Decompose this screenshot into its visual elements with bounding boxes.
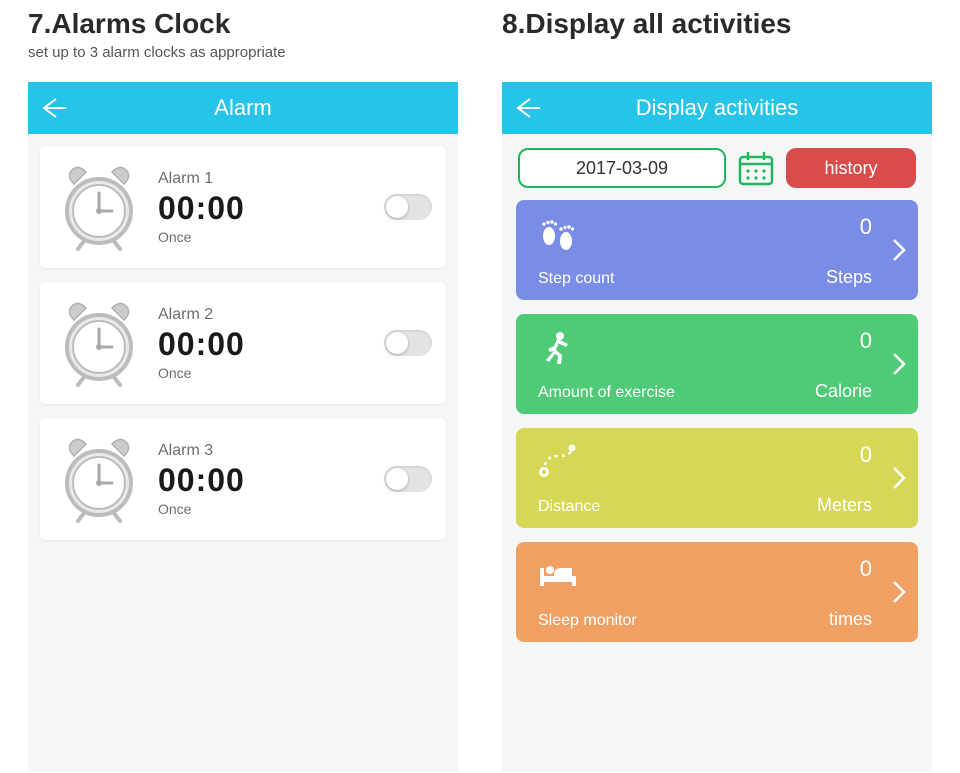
alarm-toggle[interactable]: [384, 194, 432, 220]
tile-name: Step count: [538, 270, 826, 288]
chevron-right-icon: [890, 238, 908, 262]
alarm-row[interactable]: Alarm 3 00:00 Once: [40, 418, 446, 540]
alarm-repeat: Once: [158, 229, 384, 245]
arrow-left-icon: [39, 94, 69, 122]
activity-tile[interactable]: Step count 0 Steps: [516, 200, 918, 300]
alarm-name: Alarm 3: [158, 442, 384, 460]
tile-unit: Calorie: [815, 381, 872, 402]
alarm-repeat: Once: [158, 365, 384, 381]
chevron-right-icon: [890, 580, 908, 604]
alarm-clock-icon: [54, 434, 144, 524]
back-button[interactable]: [502, 82, 554, 134]
tile-value: 0: [860, 328, 872, 354]
tile-name: Distance: [538, 498, 817, 516]
tile-unit: Meters: [817, 495, 872, 516]
alarm-list: Alarm 1 00:00 Once Alarm 2 00:00 Once Al…: [28, 134, 458, 566]
route-icon: [538, 442, 817, 482]
tile-value: 0: [860, 556, 872, 582]
alarm-time: 00:00: [158, 190, 384, 227]
bed-icon: [538, 556, 829, 596]
calendar-icon[interactable]: [736, 148, 776, 188]
chevron-right-icon: [890, 466, 908, 490]
feet-icon: [538, 214, 826, 254]
activities-topbar: Display activities: [502, 82, 932, 134]
activity-tile[interactable]: Distance 0 Meters: [516, 428, 918, 528]
alarm-repeat: Once: [158, 501, 384, 517]
runner-icon: [538, 328, 815, 368]
tile-name: Amount of exercise: [538, 384, 815, 402]
activities-title: Display activities: [502, 95, 932, 121]
alarm-time: 00:00: [158, 326, 384, 363]
alarm-toggle[interactable]: [384, 466, 432, 492]
chevron-right-icon: [890, 352, 908, 376]
alarm-time: 00:00: [158, 462, 384, 499]
arrow-left-icon: [513, 94, 543, 122]
activities-screen: Display activities 2017-03-09 history St…: [502, 82, 932, 772]
alarm-name: Alarm 2: [158, 306, 384, 324]
history-button[interactable]: history: [786, 148, 916, 188]
tile-value: 0: [860, 214, 872, 240]
alarm-topbar: Alarm: [28, 82, 458, 134]
tile-name: Sleep monitor: [538, 612, 829, 630]
heading-activities: 8.Display all activities: [502, 8, 792, 40]
back-button[interactable]: [28, 82, 80, 134]
alarm-row[interactable]: Alarm 1 00:00 Once: [40, 146, 446, 268]
heading-alarms: 7.Alarms Clock: [28, 8, 230, 40]
alarm-toggle[interactable]: [384, 330, 432, 356]
date-picker[interactable]: 2017-03-09: [518, 148, 726, 188]
sub-alarms: set up to 3 alarm clocks as appropriate: [28, 44, 286, 61]
activity-tile[interactable]: Amount of exercise 0 Calorie: [516, 314, 918, 414]
tile-unit: Steps: [826, 267, 872, 288]
alarm-title: Alarm: [28, 95, 458, 121]
alarm-name: Alarm 1: [158, 170, 384, 188]
alarm-clock-icon: [54, 162, 144, 252]
alarm-screen: Alarm Alarm 1 00:00 Once Alarm 2 00:00 O…: [28, 82, 458, 772]
tile-value: 0: [860, 442, 872, 468]
alarm-row[interactable]: Alarm 2 00:00 Once: [40, 282, 446, 404]
alarm-clock-icon: [54, 298, 144, 388]
tile-unit: times: [829, 609, 872, 630]
activity-tile[interactable]: Sleep monitor 0 times: [516, 542, 918, 642]
